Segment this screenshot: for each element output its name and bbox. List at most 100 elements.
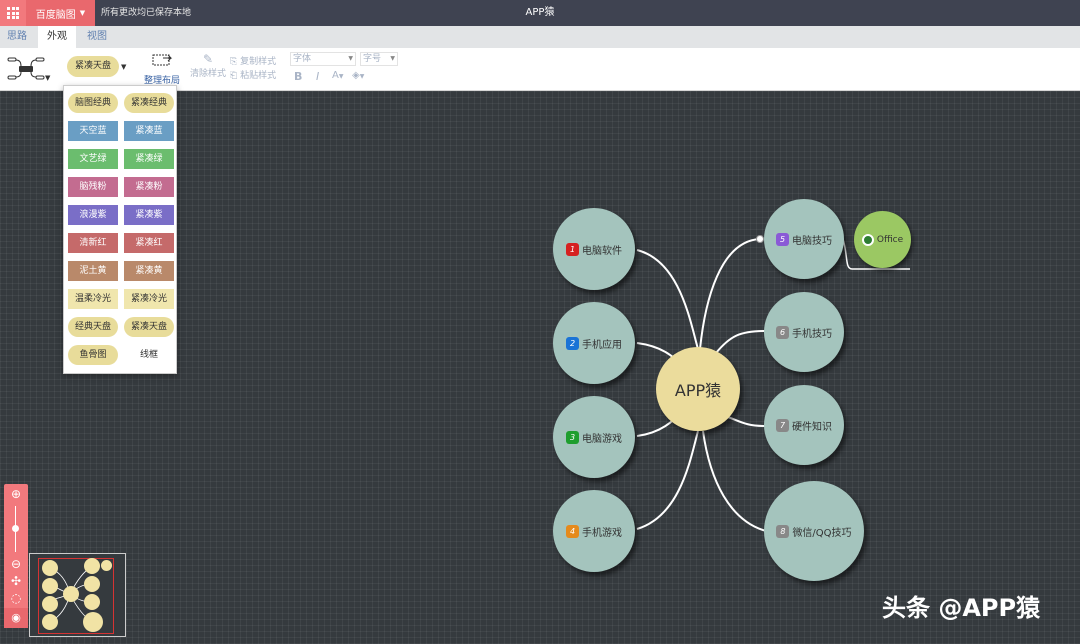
theme-option[interactable]: 紧凑红 — [124, 233, 174, 253]
layout-icon — [152, 54, 173, 66]
minimap-node — [84, 594, 100, 610]
theme-option[interactable]: 清新红 — [68, 233, 118, 253]
zoom-slider-thumb[interactable] — [12, 525, 19, 532]
font-size-placeholder: 字号 — [363, 54, 382, 64]
paste-style-label: 粘贴样式 — [240, 71, 277, 81]
link-4 — [636, 430, 699, 530]
node-label: 电脑游戏 — [582, 433, 622, 445]
theme-option[interactable]: 紧凑黄 — [124, 261, 174, 281]
theme-option[interactable]: 紧凑绿 — [124, 149, 174, 169]
node-label: 手机技巧 — [792, 328, 832, 340]
root-node[interactable]: APP猿 — [656, 347, 740, 431]
priority-badge: 1 — [566, 242, 579, 256]
template-caret-icon[interactable]: ▼ — [45, 74, 50, 82]
minimap[interactable] — [29, 553, 126, 637]
priority-badge: 2 — [566, 336, 579, 350]
move-icon[interactable]: ✣ — [8, 573, 24, 589]
bold-button[interactable]: B — [294, 70, 302, 83]
branch-node-6[interactable]: 6 手机技巧 — [764, 292, 844, 372]
font-size-select[interactable]: 字号 ▼ — [360, 52, 398, 66]
copy-style-label: 复制样式 — [240, 57, 277, 67]
node-label: 电脑软件 — [582, 245, 622, 257]
office-icon — [861, 233, 874, 246]
chevron-down-icon: ▼ — [390, 55, 395, 62]
branch-node-2[interactable]: 2 手机应用 — [553, 302, 635, 384]
theme-option[interactable]: 线框 — [124, 345, 174, 365]
theme-select[interactable]: 紧凑天盘 — [67, 56, 119, 77]
branch-node-3[interactable]: 3 电脑游戏 — [553, 396, 635, 478]
node-label: 微信/QQ技巧 — [792, 527, 852, 539]
font-family-select[interactable]: 字体 ▼ — [290, 52, 356, 66]
clear-style-label: 清除样式 — [190, 69, 227, 79]
paste-style-button[interactable]: ⎗ 粘贴样式 — [230, 68, 276, 81]
minimap-node — [42, 596, 58, 612]
tab-appearance[interactable]: 外观 — [38, 26, 76, 48]
font-color-button[interactable]: A▼ — [332, 70, 343, 81]
theme-option[interactable]: 紧凑冷光 — [124, 289, 174, 309]
theme-option[interactable]: 紧凑紫 — [124, 205, 174, 225]
priority-badge: 7 — [776, 418, 789, 432]
theme-option[interactable]: 脑图经典 — [68, 93, 118, 113]
eye-icon[interactable]: ◉ — [4, 608, 28, 628]
theme-option[interactable]: 紧凑天盘 — [124, 317, 174, 337]
tab-view[interactable]: 视图 — [80, 26, 114, 48]
arrange-layout-button[interactable]: 整理布局 — [142, 52, 182, 86]
app-name: 百度脑图 — [35, 9, 76, 21]
branch-node-5[interactable]: 5 电脑技巧 — [764, 199, 844, 279]
template-button[interactable] — [6, 54, 48, 84]
link-7 — [724, 415, 766, 427]
chevron-down-icon: ▼ — [348, 55, 353, 62]
theme-option[interactable]: 经典天盘 — [68, 317, 118, 337]
paint-bucket-icon: ◈ — [352, 70, 360, 81]
theme-option[interactable]: 紧凑粉 — [124, 177, 174, 197]
app-menu-button[interactable]: 百度脑图 ▼ — [26, 0, 95, 26]
italic-button[interactable]: I — [316, 70, 319, 83]
theme-option[interactable]: 文艺绿 — [68, 149, 118, 169]
minimap-node — [83, 612, 103, 632]
branch-node-1[interactable]: 1 电脑软件 — [553, 208, 635, 290]
save-status: 所有更改均已保存本地 — [101, 8, 192, 18]
zoom-out-icon[interactable]: ⊖ — [8, 556, 24, 572]
node-label: 手机应用 — [582, 339, 622, 351]
grid-icon — [7, 7, 19, 19]
watermark: 头条 @APP猿 — [882, 594, 1041, 622]
node-label: Office — [876, 234, 904, 245]
theme-option[interactable]: 鱼骨图 — [68, 345, 118, 365]
paste-icon: ⎗ — [230, 71, 238, 81]
collapse-toggle[interactable] — [756, 235, 764, 243]
theme-option[interactable]: 浪漫紫 — [68, 205, 118, 225]
document-title[interactable]: APP猿 — [440, 0, 640, 26]
priority-badge: 6 — [776, 325, 789, 339]
link-6 — [715, 330, 766, 354]
clear-style-button[interactable]: ✎ 清除样式 — [190, 52, 226, 79]
locate-icon[interactable]: ◌ — [8, 590, 24, 606]
minimap-node — [42, 560, 58, 576]
priority-badge: 8 — [776, 524, 790, 538]
apps-grid-button[interactable] — [0, 0, 26, 26]
theme-option[interactable]: 温柔冷光 — [68, 289, 118, 309]
theme-option[interactable]: 泥土黄 — [68, 261, 118, 281]
node-label: 硬件知识 — [792, 421, 832, 433]
background-color-button[interactable]: ◈▼ — [352, 70, 364, 81]
zoom-in-icon[interactable]: ⊕ — [8, 486, 24, 502]
minimap-node — [101, 560, 112, 571]
theme-option[interactable]: 紧凑蓝 — [124, 121, 174, 141]
theme-option[interactable]: 天空蓝 — [68, 121, 118, 141]
branch-node-8[interactable]: 8 微信/QQ技巧 — [764, 481, 864, 581]
branch-node-4[interactable]: 4 手机游戏 — [553, 490, 635, 572]
tab-ideas[interactable]: 思路 — [0, 26, 34, 48]
theme-caret-icon[interactable]: ▼ — [121, 63, 126, 71]
link-8 — [702, 430, 767, 532]
priority-badge: 4 — [566, 524, 579, 538]
copy-style-button[interactable]: ⎘ 复制样式 — [230, 54, 276, 67]
caret-down-icon: ▼ — [79, 9, 86, 17]
branch-node-7[interactable]: 7 硬件知识 — [764, 385, 844, 465]
node-label: 电脑技巧 — [792, 235, 832, 247]
font-family-placeholder: 字体 — [293, 54, 312, 64]
sub-node-office[interactable]: Office — [854, 211, 911, 268]
theme-option[interactable]: 紧凑经典 — [124, 93, 174, 113]
copy-icon: ⎘ — [230, 57, 238, 67]
priority-badge: 3 — [566, 430, 579, 444]
theme-option[interactable]: 脑残粉 — [68, 177, 118, 197]
template-icon — [7, 57, 45, 80]
